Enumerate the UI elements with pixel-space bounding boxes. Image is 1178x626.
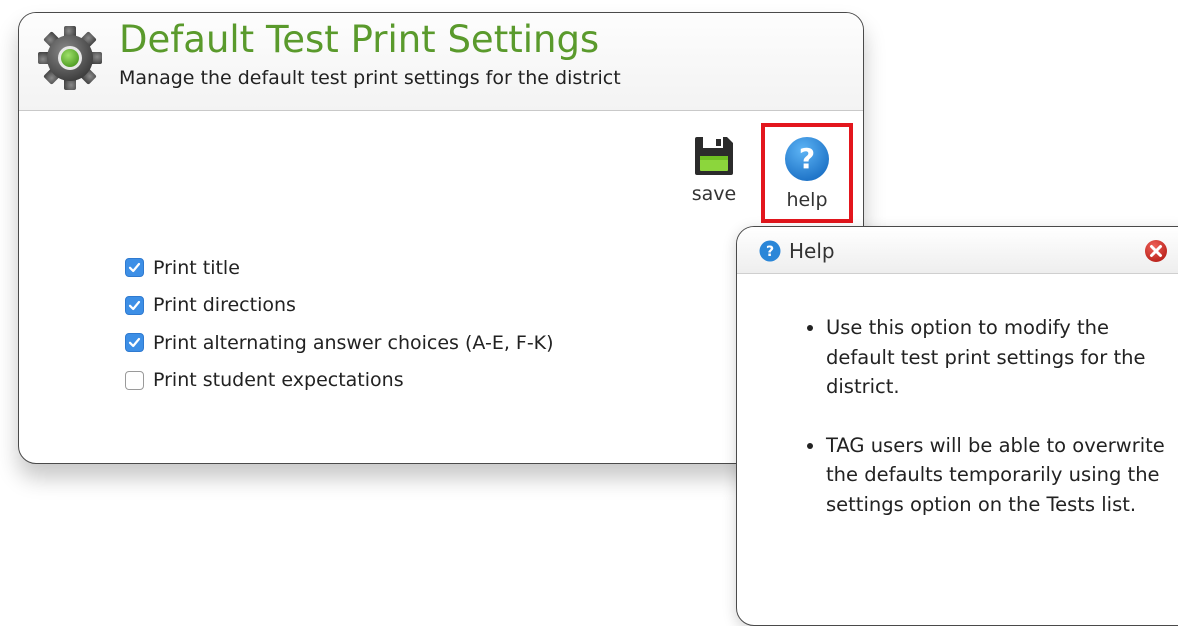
svg-text:?: ? xyxy=(766,244,774,260)
help-popup-header: ? Help xyxy=(737,227,1178,274)
help-popup: ? Help Use this option to modify the def… xyxy=(736,226,1178,626)
checkbox-print-alternating-answer-choices[interactable] xyxy=(125,333,144,353)
gear-icon xyxy=(38,26,102,90)
print-options-list: Print title Print directions Print alter… xyxy=(125,249,554,399)
help-button[interactable]: ? help xyxy=(761,123,853,223)
save-label: save xyxy=(691,183,737,205)
option-label: Print student expectations xyxy=(153,369,404,392)
help-popup-title: Help xyxy=(789,239,835,263)
panel-header: Default Test Print Settings Manage the d… xyxy=(19,13,863,111)
help-bullet-list: Use this option to modify the default te… xyxy=(797,313,1166,548)
option-label: Print directions xyxy=(153,294,296,317)
checkbox-print-directions[interactable] xyxy=(125,295,144,315)
floppy-disk-icon xyxy=(695,137,733,175)
option-label: Print title xyxy=(153,256,240,279)
question-mark-icon: ? xyxy=(759,240,781,262)
option-print-title[interactable]: Print title xyxy=(125,249,554,287)
option-label: Print alternating answer choices (A-E, F… xyxy=(153,331,554,354)
help-label: help xyxy=(786,189,828,211)
option-print-alternating-answer-choices[interactable]: Print alternating answer choices (A-E, F… xyxy=(125,324,554,362)
close-icon[interactable] xyxy=(1144,239,1168,263)
save-button[interactable]: save xyxy=(679,131,749,215)
question-mark-icon: ? xyxy=(785,137,829,181)
option-print-student-expectations[interactable]: Print student expectations xyxy=(125,362,554,400)
option-print-directions[interactable]: Print directions xyxy=(125,287,554,325)
help-bullet: Use this option to modify the default te… xyxy=(826,313,1166,402)
svg-text:?: ? xyxy=(799,142,815,175)
page-title: Default Test Print Settings xyxy=(119,18,600,61)
help-bullet: TAG users will be able to overwrite the … xyxy=(826,431,1166,520)
checkbox-print-title[interactable] xyxy=(125,258,144,278)
page-subtitle: Manage the default test print settings f… xyxy=(119,67,621,89)
checkbox-print-student-expectations[interactable] xyxy=(125,370,144,390)
